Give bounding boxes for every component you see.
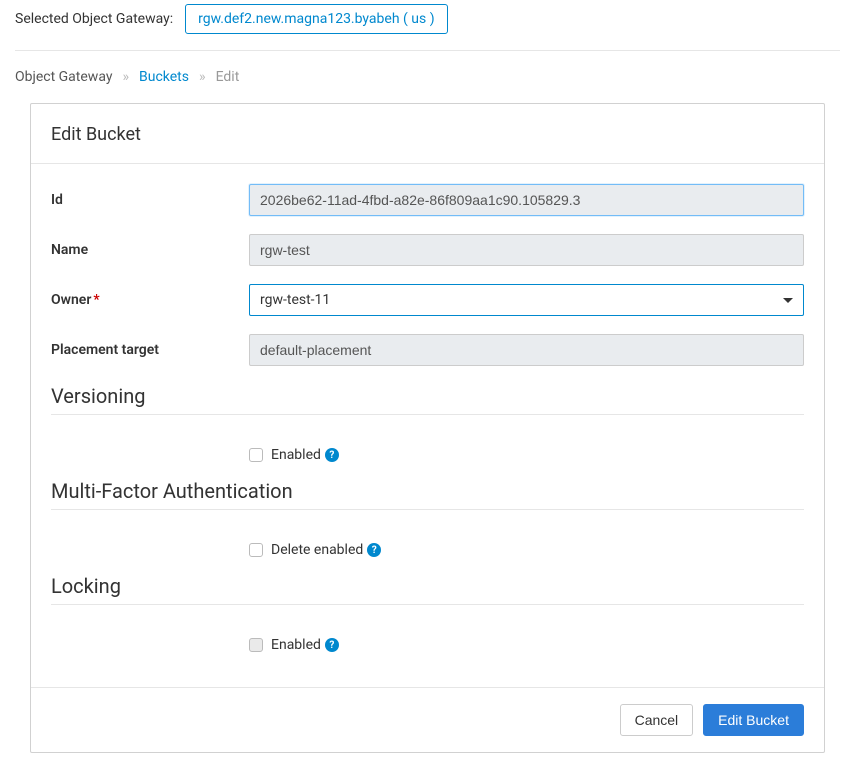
- edit-bucket-button[interactable]: Edit Bucket: [703, 704, 804, 736]
- versioning-enabled-checkbox[interactable]: [249, 448, 263, 462]
- breadcrumb-buckets[interactable]: Buckets: [139, 69, 189, 85]
- panel-footer: Cancel Edit Bucket: [31, 687, 824, 752]
- name-label: Name: [51, 242, 249, 258]
- field-owner: Owner* rgw-test-11: [51, 284, 804, 316]
- locking-section-title: Locking: [51, 574, 804, 598]
- breadcrumb-current: Edit: [216, 69, 240, 85]
- section-divider: [51, 604, 804, 605]
- section-divider: [51, 509, 804, 510]
- selected-gateway-label: Selected Object Gateway:: [15, 11, 173, 27]
- selected-gateway-value: rgw.def2.new.magna123.byabeh ( us ): [198, 11, 434, 27]
- versioning-enabled-row: Enabled ?: [249, 447, 804, 463]
- panel-body: Id Name Owner* rgw-test-11: [31, 164, 824, 687]
- field-name: Name: [51, 234, 804, 266]
- chevron-right-icon: »: [122, 69, 129, 85]
- id-input: [249, 184, 804, 216]
- required-star-icon: *: [93, 292, 99, 308]
- section-divider: [51, 414, 804, 415]
- owner-select-value: rgw-test-11: [260, 292, 330, 308]
- mfa-delete-enabled-row: Delete enabled ?: [249, 542, 804, 558]
- mfa-delete-enabled-label: Delete enabled: [271, 542, 363, 558]
- edit-bucket-panel: Edit Bucket Id Name Owner* rgw-test-11: [30, 103, 825, 753]
- placement-label: Placement target: [51, 342, 249, 358]
- locking-enabled-checkbox: [249, 638, 263, 652]
- panel-title: Edit Bucket: [31, 104, 824, 164]
- locking-enabled-row: Enabled ?: [249, 637, 804, 653]
- versioning-section-title: Versioning: [51, 384, 804, 408]
- mfa-delete-enabled-checkbox[interactable]: [249, 543, 263, 557]
- help-icon[interactable]: ?: [367, 543, 381, 557]
- owner-label: Owner*: [51, 292, 249, 308]
- field-placement-target: Placement target: [51, 334, 804, 366]
- cancel-button[interactable]: Cancel: [620, 704, 694, 736]
- id-label: Id: [51, 192, 249, 208]
- owner-select[interactable]: rgw-test-11: [249, 284, 804, 316]
- breadcrumb: Object Gateway » Buckets » Edit: [15, 51, 840, 103]
- breadcrumb-root: Object Gateway: [15, 69, 112, 85]
- chevron-right-icon: »: [199, 69, 206, 85]
- selected-gateway-dropdown[interactable]: rgw.def2.new.magna123.byabeh ( us ): [185, 4, 447, 34]
- placement-input: [249, 334, 804, 366]
- field-id: Id: [51, 184, 804, 216]
- selected-gateway-bar: Selected Object Gateway: rgw.def2.new.ma…: [15, 0, 840, 50]
- name-input: [249, 234, 804, 266]
- mfa-section-title: Multi-Factor Authentication: [51, 479, 804, 503]
- caret-down-icon: [783, 298, 793, 303]
- help-icon[interactable]: ?: [325, 448, 339, 462]
- locking-enabled-label: Enabled: [271, 637, 321, 653]
- help-icon[interactable]: ?: [325, 638, 339, 652]
- versioning-enabled-label: Enabled: [271, 447, 321, 463]
